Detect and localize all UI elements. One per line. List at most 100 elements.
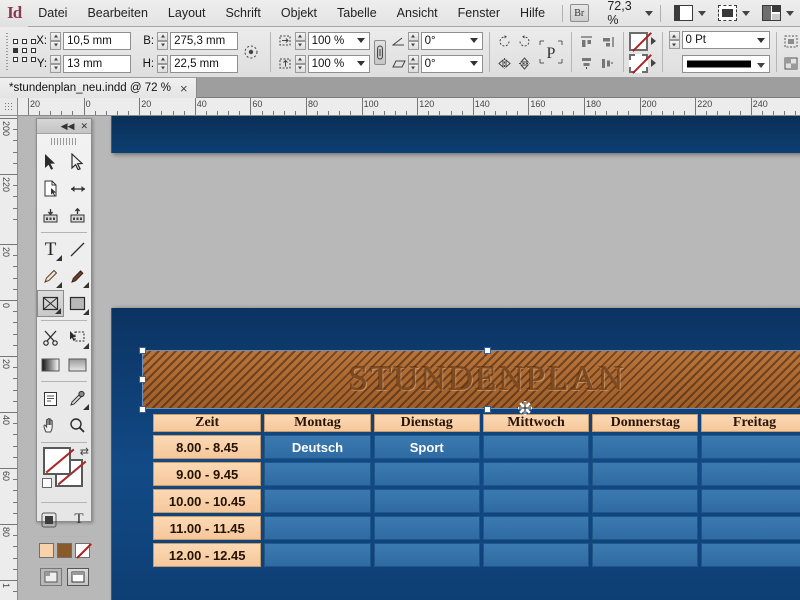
- rectangle-tool[interactable]: [64, 290, 91, 317]
- rectangle-frame-tool[interactable]: [37, 290, 64, 317]
- close-icon[interactable]: ✕: [80, 121, 88, 132]
- height-stepper[interactable]: [157, 54, 169, 73]
- width-stepper[interactable]: [157, 31, 169, 50]
- menu-schrift[interactable]: Schrift: [215, 0, 270, 27]
- menu-bearbeiten[interactable]: Bearbeiten: [77, 0, 157, 27]
- close-icon[interactable]: ×: [180, 82, 188, 95]
- cell-1-3[interactable]: [592, 462, 699, 486]
- cell-3-1[interactable]: [373, 516, 480, 540]
- selection-handle-tc[interactable]: [484, 347, 491, 354]
- scale-y-stepper[interactable]: [294, 54, 306, 73]
- bridge-button[interactable]: Br: [569, 4, 589, 22]
- cell-4-3[interactable]: [592, 543, 699, 567]
- schedule-table[interactable]: Zeit Montag Dienstag Mittwoch Donnerstag…: [150, 411, 800, 570]
- fill-swatch[interactable]: [629, 31, 649, 51]
- column-header-donnerstag[interactable]: Donnerstag: [592, 414, 699, 432]
- selection-handle-ml[interactable]: [139, 376, 146, 383]
- cell-2-1[interactable]: [373, 489, 480, 513]
- content-collector-tool[interactable]: [37, 202, 64, 229]
- cell-3-4[interactable]: [701, 516, 800, 540]
- gradient-feather-tool[interactable]: [64, 351, 91, 378]
- stundenplan-banner-frame[interactable]: STUNDENPLAN: [142, 350, 800, 409]
- hand-tool[interactable]: [37, 412, 64, 439]
- horizontal-ruler[interactable]: 20 0 20 40 60 80 100 120 140 160 180 200 220 240: [18, 98, 800, 116]
- swatch-peach[interactable]: [38, 543, 54, 558]
- width-input[interactable]: [170, 31, 239, 50]
- scale-x-select[interactable]: 100 %: [307, 31, 370, 50]
- apply-color-icon[interactable]: [37, 506, 61, 533]
- line-tool[interactable]: [64, 236, 91, 263]
- apply-text-icon[interactable]: T: [67, 506, 91, 533]
- selection-tool[interactable]: [37, 148, 64, 175]
- stroke-weight-stepper[interactable]: [668, 31, 680, 49]
- fill-proxy-box[interactable]: [43, 447, 71, 475]
- time-cell-4[interactable]: 12.00 - 12.45: [153, 543, 262, 567]
- distribute-horizontal-button[interactable]: [599, 54, 617, 72]
- distribute-vertical-button[interactable]: [578, 54, 596, 72]
- height-input[interactable]: [170, 54, 239, 73]
- x-input[interactable]: [63, 31, 132, 50]
- default-fill-stroke-icon[interactable]: [42, 478, 52, 488]
- x-stepper[interactable]: [50, 31, 62, 50]
- free-transform-tool[interactable]: [64, 324, 91, 351]
- align-top-button[interactable]: [578, 33, 596, 51]
- cell-0-1[interactable]: Sport: [373, 435, 480, 459]
- menu-hilfe[interactable]: Hilfe: [510, 0, 555, 27]
- cell-0-4[interactable]: [701, 435, 800, 459]
- cell-1-4[interactable]: [701, 462, 800, 486]
- rotate-counterclockwise-button[interactable]: [515, 32, 533, 50]
- swap-fill-stroke-icon[interactable]: ⇄: [80, 445, 89, 458]
- stroke-weight-select[interactable]: 0 Pt: [681, 31, 770, 49]
- cell-1-0[interactable]: [264, 462, 371, 486]
- effects-button[interactable]: [782, 54, 800, 72]
- stroke-style-select[interactable]: [681, 55, 770, 73]
- swatch-none[interactable]: [74, 543, 90, 558]
- cell-2-4[interactable]: [701, 489, 800, 513]
- shear-select[interactable]: 0°: [420, 54, 483, 73]
- scissors-tool[interactable]: [37, 324, 64, 351]
- stroke-dropdown-arrow-icon[interactable]: [651, 59, 657, 67]
- rotation-select[interactable]: 0°: [420, 31, 483, 50]
- cell-1-2[interactable]: [482, 462, 590, 486]
- flip-horizontal-button[interactable]: [495, 54, 513, 72]
- selection-handle-bl[interactable]: [139, 406, 146, 413]
- note-tool[interactable]: [37, 385, 64, 412]
- time-cell-3[interactable]: 11.00 - 11.45: [153, 516, 262, 540]
- pen-tool[interactable]: [37, 263, 64, 290]
- y-input[interactable]: [63, 54, 132, 73]
- panel-grip[interactable]: [4, 32, 9, 72]
- menu-datei[interactable]: Datei: [28, 0, 77, 27]
- flip-vertical-button[interactable]: [515, 54, 533, 72]
- preview-mode-icon[interactable]: [66, 568, 89, 586]
- time-cell-0[interactable]: 8.00 - 8.45: [153, 435, 262, 459]
- fitting-options-button[interactable]: [782, 32, 800, 50]
- cell-3-3[interactable]: [592, 516, 699, 540]
- cell-1-1[interactable]: [373, 462, 480, 486]
- collapse-icon[interactable]: ◀◀: [61, 121, 75, 132]
- document-tab[interactable]: *stundenplan_neu.indd @ 72 % ×: [0, 78, 197, 98]
- scale-x-stepper[interactable]: [294, 31, 306, 50]
- constrain-scale-button[interactable]: [373, 39, 386, 65]
- column-header-dienstag[interactable]: Dienstag: [373, 414, 480, 432]
- cell-4-1[interactable]: [373, 543, 480, 567]
- zoom-level-dropdown[interactable]: 72,3 %: [603, 0, 654, 27]
- rotation-stepper[interactable]: [407, 31, 419, 50]
- column-header-mittwoch[interactable]: Mittwoch: [482, 414, 590, 432]
- vertical-ruler[interactable]: 200 220 20 0 20 40 60 80 1: [0, 116, 18, 600]
- cell-2-3[interactable]: [592, 489, 699, 513]
- workspace-switcher-button[interactable]: [756, 5, 800, 21]
- type-tool[interactable]: T: [37, 236, 64, 263]
- selection-handle-tl[interactable]: [139, 347, 146, 354]
- direct-selection-tool[interactable]: [64, 148, 91, 175]
- fill-dropdown-arrow-icon[interactable]: [651, 37, 657, 45]
- cell-0-3[interactable]: [592, 435, 699, 459]
- screen-mode-button[interactable]: [668, 5, 712, 21]
- time-cell-1[interactable]: 9.00 - 9.45: [153, 462, 262, 486]
- align-left-button[interactable]: [599, 33, 617, 51]
- page-tool[interactable]: [37, 175, 64, 202]
- constrain-proportions-button[interactable]: [243, 43, 259, 61]
- gap-tool[interactable]: [64, 175, 91, 202]
- menu-layout[interactable]: Layout: [158, 0, 216, 27]
- gradient-swatch-tool[interactable]: [37, 351, 64, 378]
- column-header-montag[interactable]: Montag: [264, 414, 371, 432]
